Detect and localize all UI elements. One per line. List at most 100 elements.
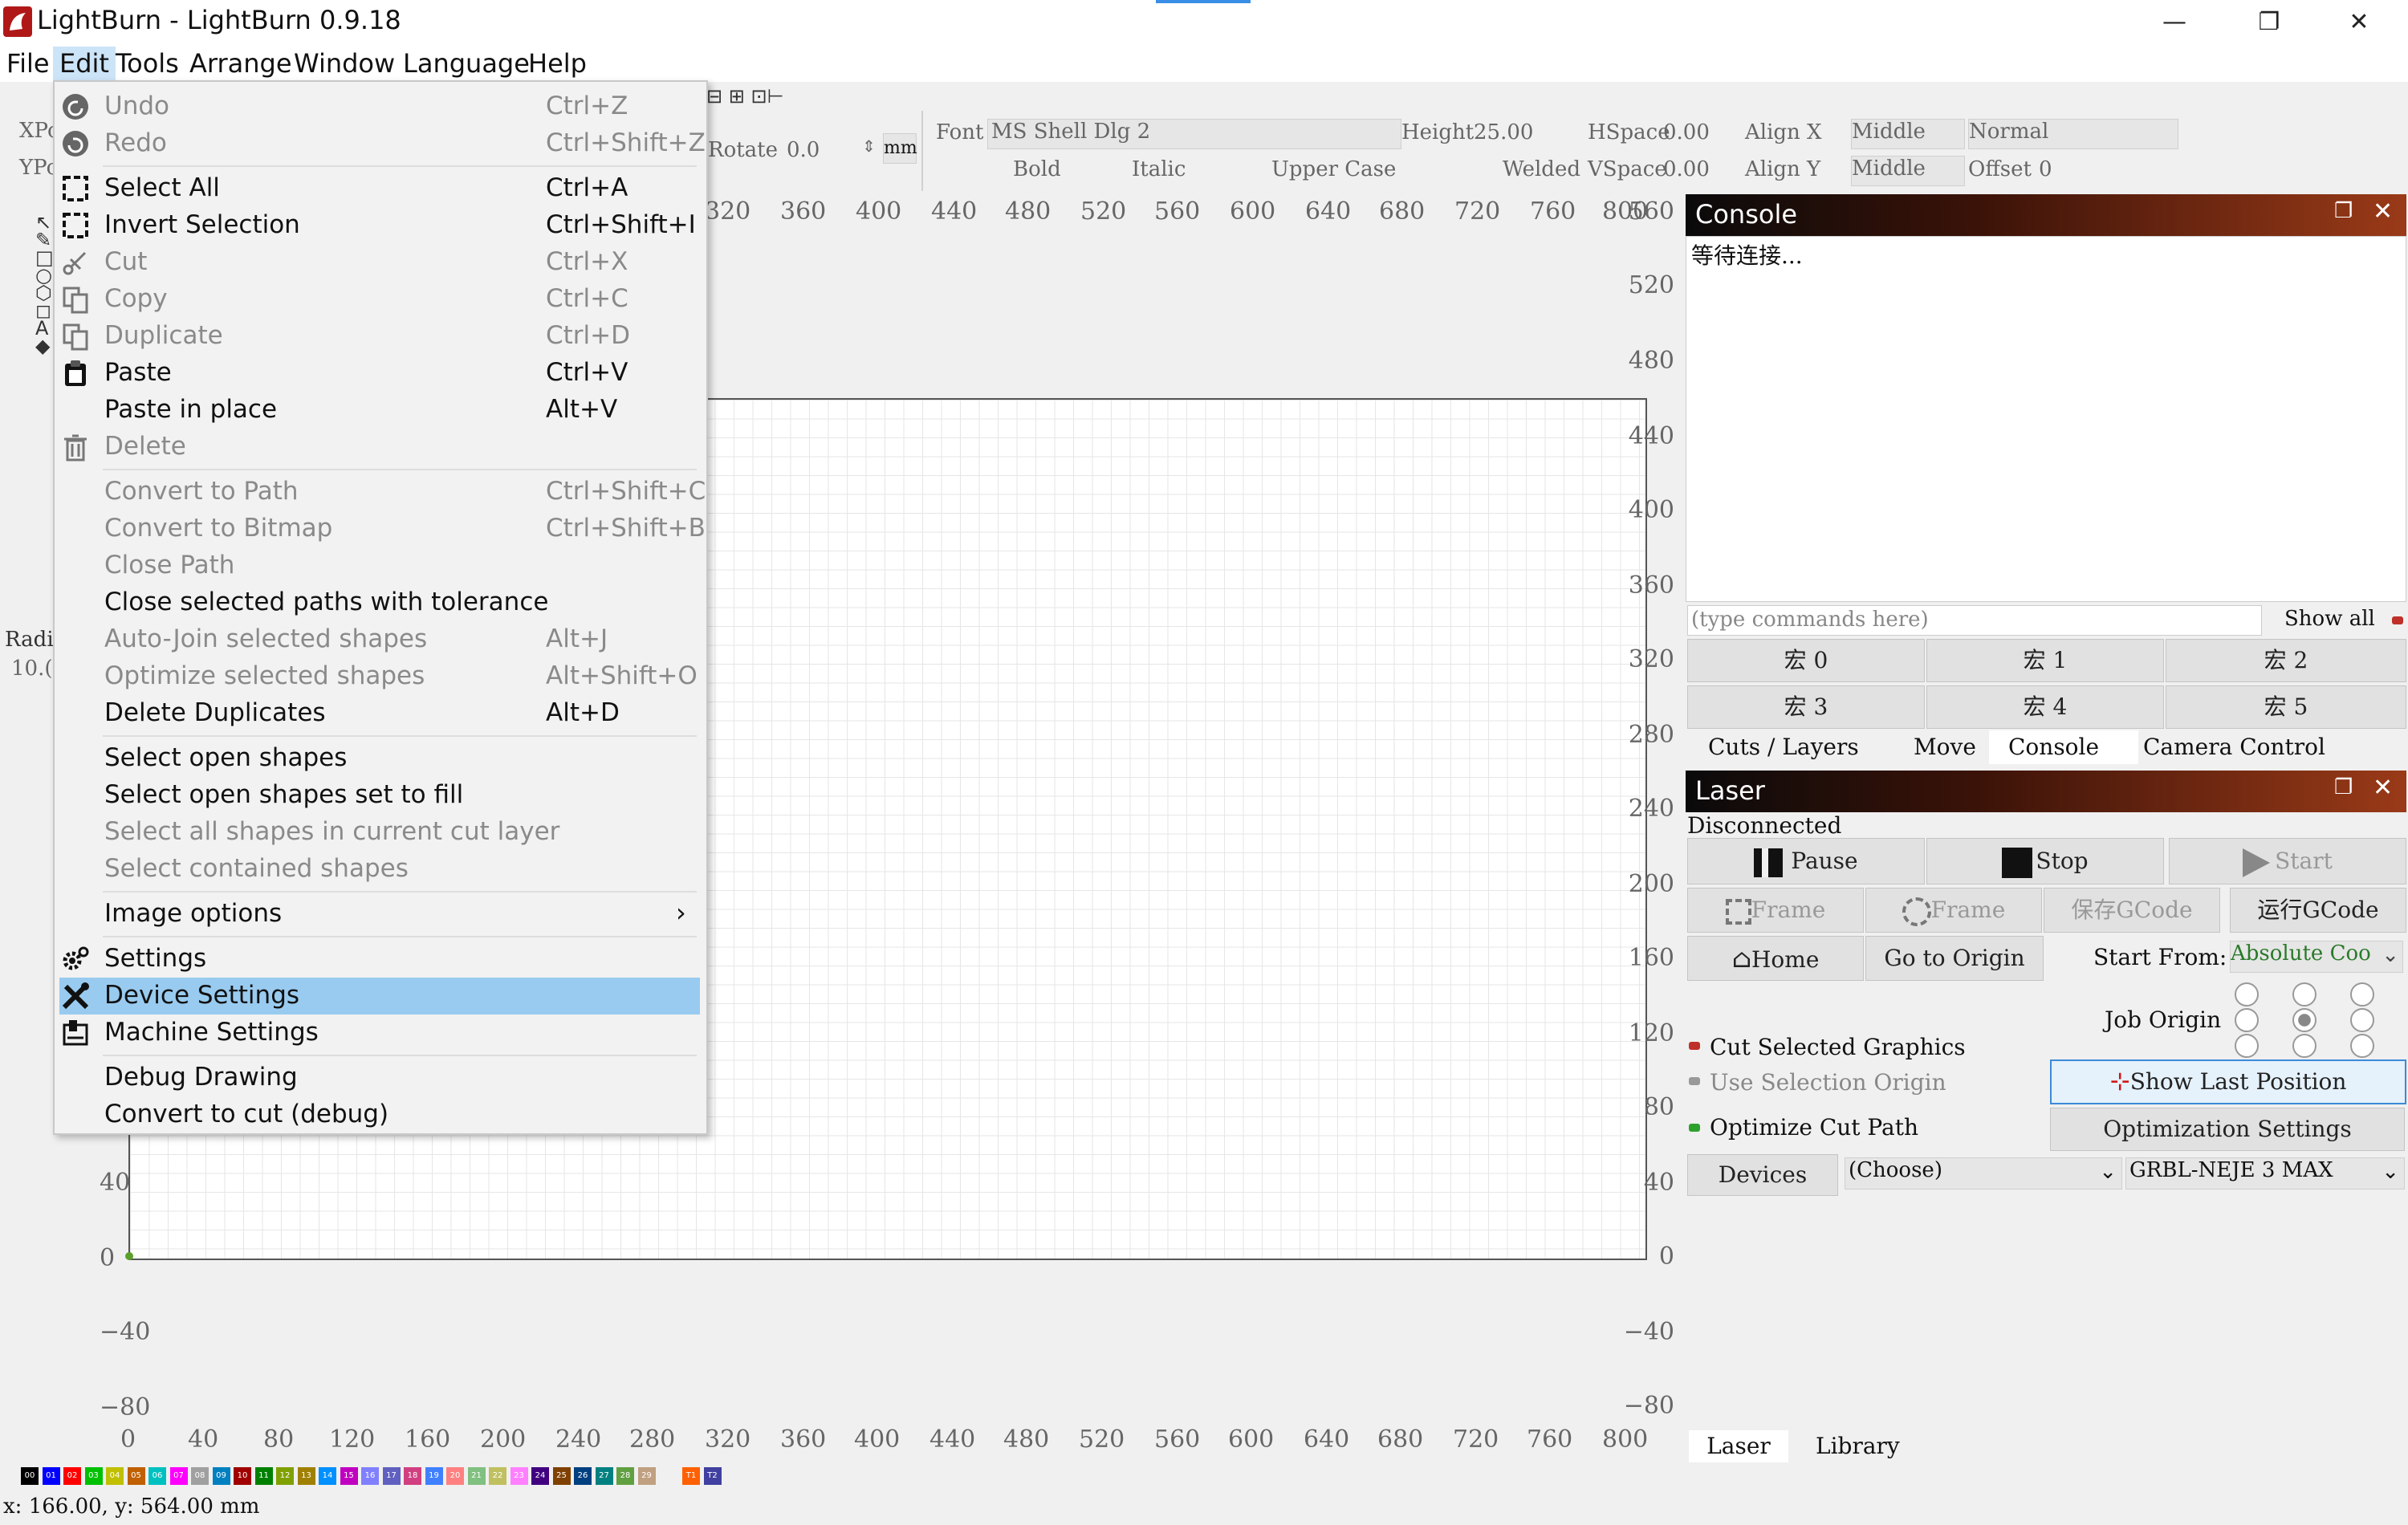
tab-console[interactable]: Console: [1989, 730, 2138, 764]
bold-checkbox[interactable]: Bold: [1013, 157, 1061, 181]
palette-swatch[interactable]: T2: [703, 1467, 722, 1485]
menu-item-select-open-shapes[interactable]: Select open shapes: [55, 740, 702, 777]
close-button[interactable]: ✕: [2312, 0, 2406, 45]
frame-button[interactable]: Frame: [1687, 888, 1864, 933]
welded-checkbox[interactable]: Welded: [1503, 157, 1580, 181]
device-choose-select[interactable]: (Choose) ⌄: [1845, 1157, 2122, 1190]
use-selection-origin-checkbox[interactable]: Use Selection Origin: [1710, 1069, 1946, 1096]
origin-radio-tl[interactable]: [2235, 982, 2259, 1007]
palette-swatch[interactable]: 15: [340, 1467, 358, 1485]
palette-swatch[interactable]: 24: [531, 1467, 549, 1485]
origin-radio-tr[interactable]: [2350, 982, 2374, 1007]
menu-item-paste[interactable]: Paste Ctrl+V: [55, 355, 702, 392]
menu-item-duplicate[interactable]: Duplicate Ctrl+D: [55, 318, 702, 355]
tab-library[interactable]: Library: [1816, 1430, 1900, 1462]
menu-item-settings[interactable]: Settings: [55, 941, 702, 978]
alignx-select[interactable]: Middle: [1851, 119, 1965, 149]
palette-swatch[interactable]: 22: [489, 1467, 506, 1485]
save-gcode-button[interactable]: 保存GCode: [2044, 888, 2220, 933]
start-button[interactable]: Start: [2169, 838, 2406, 885]
devices-button[interactable]: Devices: [1687, 1154, 1838, 1196]
menu-item-select-all[interactable]: Select All Ctrl+A: [55, 170, 702, 207]
menu-item-invert-selection[interactable]: Invert Selection Ctrl+Shift+I: [55, 207, 702, 244]
menu-item-convert-to-path[interactable]: Convert to Path Ctrl+Shift+C: [55, 474, 706, 510]
show-last-position-button[interactable]: ⊹Show Last Position: [2050, 1059, 2406, 1104]
macro-button-2[interactable]: 宏 2: [2166, 639, 2406, 682]
upper-case-checkbox[interactable]: Upper Case: [1271, 157, 1396, 181]
palette-swatch[interactable]: 27: [595, 1467, 613, 1485]
palette-swatch[interactable]: T1: [682, 1467, 700, 1485]
menu-item-copy[interactable]: Copy Ctrl+C: [55, 281, 702, 318]
origin-radio-ml[interactable]: [2235, 1008, 2259, 1032]
palette-swatch[interactable]: 02: [63, 1467, 81, 1485]
palette-swatch[interactable]: 21: [467, 1467, 486, 1485]
height-input[interactable]: 25.00: [1474, 120, 1533, 144]
tool-icons[interactable]: ↖ ✎ □ ○ ⬡ ◻ A ◆: [35, 213, 54, 583]
macro-button-5[interactable]: 宏 5: [2166, 685, 2406, 729]
tab-laser[interactable]: Laser: [1689, 1430, 1788, 1462]
palette-swatch[interactable]: 03: [84, 1467, 103, 1485]
tab-cuts-layers[interactable]: Cuts / Layers: [1708, 734, 1859, 760]
palette-swatch[interactable]: 26: [574, 1467, 592, 1485]
origin-radio-tc[interactable]: [2292, 982, 2316, 1007]
menu-item-device-settings[interactable]: Device Settings: [59, 978, 700, 1015]
palette-swatch[interactable]: 09: [212, 1467, 230, 1485]
cut-selected-indicator[interactable]: [1689, 1042, 1700, 1050]
palette-swatch[interactable]: 29: [637, 1467, 656, 1485]
optimize-cut-path-checkbox[interactable]: Optimize Cut Path: [1710, 1114, 1918, 1141]
run-gcode-button[interactable]: 运行GCode: [2230, 888, 2406, 933]
palette-swatch[interactable]: 01: [42, 1467, 60, 1485]
menu-language[interactable]: Language: [397, 47, 536, 80]
italic-checkbox[interactable]: Italic: [1132, 157, 1186, 181]
menu-file[interactable]: File: [0, 47, 56, 80]
aligny-select[interactable]: Middle: [1851, 156, 1965, 186]
radius-input[interactable]: 10.(: [11, 657, 53, 681]
pause-button[interactable]: Pause: [1687, 838, 1925, 885]
tab-move[interactable]: Move: [1914, 734, 1976, 760]
toolbar-icons[interactable]: ⊟ ⊞ ⊡⊢: [706, 85, 851, 109]
rotate-spin-icon[interactable]: ⇕: [862, 136, 876, 156]
menu-item-auto-join[interactable]: Auto-Join selected shapes Alt+J: [55, 621, 702, 658]
menu-item-image-options[interactable]: Image options ›: [55, 896, 702, 933]
palette-swatch[interactable]: 18: [404, 1467, 421, 1485]
palette-swatch[interactable]: 28: [616, 1467, 634, 1485]
device-select[interactable]: GRBL-NEJE 3 MAX ⌄: [2125, 1157, 2405, 1190]
menu-item-convert-to-cut-debug[interactable]: Convert to cut (debug): [55, 1096, 702, 1133]
palette-swatch[interactable]: 20: [446, 1467, 464, 1485]
palette-swatch[interactable]: 12: [276, 1467, 294, 1485]
origin-radio-bc[interactable]: [2292, 1034, 2316, 1058]
menu-edit[interactable]: Edit: [53, 47, 116, 80]
menu-item-debug-drawing[interactable]: Debug Drawing: [55, 1059, 702, 1096]
undock-icon[interactable]: ❐: [2334, 775, 2353, 799]
vspace-input[interactable]: 0.00: [1663, 157, 1710, 181]
menu-item-select-all-in-layer[interactable]: Select all shapes in current cut layer: [55, 814, 702, 851]
origin-radio-mc[interactable]: [2292, 1008, 2316, 1032]
minimize-button[interactable]: —: [2127, 0, 2222, 45]
menu-item-machine-settings[interactable]: Machine Settings: [55, 1015, 702, 1051]
cut-selected-checkbox[interactable]: Cut Selected Graphics: [1710, 1034, 1966, 1060]
palette-swatch[interactable]: 06: [148, 1467, 166, 1485]
origin-radio-br[interactable]: [2350, 1034, 2374, 1058]
use-selection-origin-indicator[interactable]: [1689, 1077, 1700, 1085]
menu-item-redo[interactable]: Redo Ctrl+Shift+Z: [55, 125, 706, 162]
origin-radio-mr[interactable]: [2350, 1008, 2374, 1032]
palette-swatch[interactable]: 19: [425, 1467, 443, 1485]
macro-button-3[interactable]: 宏 3: [1687, 685, 1925, 729]
tab-camera-control[interactable]: Camera Control: [2143, 734, 2325, 760]
palette-swatch[interactable]: 16: [361, 1467, 379, 1485]
frame-circle-button[interactable]: Frame: [1865, 888, 2042, 933]
unit-button[interactable]: mm: [883, 133, 917, 164]
menu-item-close-selected-paths[interactable]: Close selected paths with tolerance: [55, 584, 702, 621]
menu-item-convert-to-bitmap[interactable]: Convert to Bitmap Ctrl+Shift+B: [55, 510, 706, 547]
palette-swatch[interactable]: 00: [21, 1467, 39, 1485]
undock-icon[interactable]: ❐: [2334, 199, 2353, 223]
offset-input[interactable]: 0: [2039, 157, 2052, 181]
menu-item-paste-in-place[interactable]: Paste in place Alt+V: [55, 392, 702, 429]
rotate-input[interactable]: 0.0: [787, 138, 820, 162]
menu-item-delete[interactable]: Delete: [55, 429, 702, 466]
menu-item-select-contained[interactable]: Select contained shapes: [55, 851, 702, 888]
palette-swatch[interactable]: 08: [191, 1467, 209, 1485]
palette-swatch[interactable]: 23: [510, 1467, 528, 1485]
menu-tools[interactable]: Tools: [109, 47, 185, 80]
console-input[interactable]: (type commands here): [1687, 605, 2262, 636]
